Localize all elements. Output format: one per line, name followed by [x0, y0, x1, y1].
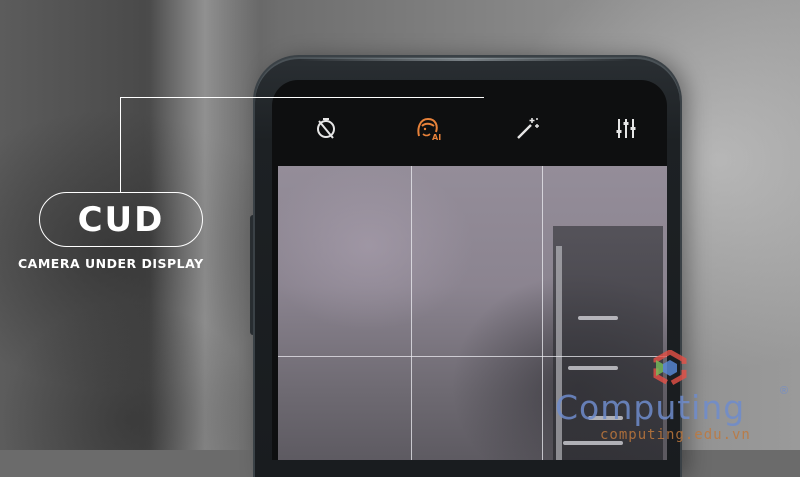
- callout-line-horizontal: [120, 97, 484, 98]
- camera-toolbar: AI: [272, 110, 667, 170]
- magic-wand-icon[interactable]: [509, 110, 545, 146]
- callout-line-vertical: [120, 97, 121, 192]
- cud-badge: CUD: [39, 192, 203, 247]
- adjust-sliders-icon[interactable]: [608, 110, 644, 146]
- grid-line-vertical: [411, 166, 412, 460]
- computing-logo-icon: [653, 350, 687, 387]
- timer-off-icon[interactable]: [308, 110, 344, 146]
- cud-subtitle: CAMERA UNDER DISPLAY: [18, 256, 204, 271]
- phone-edge-highlight: [300, 58, 630, 61]
- watermark-registered-mark: ®: [780, 385, 789, 397]
- cud-badge-text: CUD: [77, 199, 165, 240]
- background-light: [578, 316, 618, 320]
- background-pole: [556, 246, 562, 460]
- grid-line-horizontal: [278, 356, 667, 357]
- watermark-brand: Computing: [555, 388, 746, 427]
- background-blur-shadow: [0, 300, 260, 450]
- background-light: [568, 366, 618, 370]
- grid-line-vertical: [542, 166, 543, 460]
- ai-beauty-icon[interactable]: AI: [410, 110, 446, 146]
- svg-text:AI: AI: [432, 133, 441, 142]
- watermark-url: computing.edu.vn: [600, 427, 751, 443]
